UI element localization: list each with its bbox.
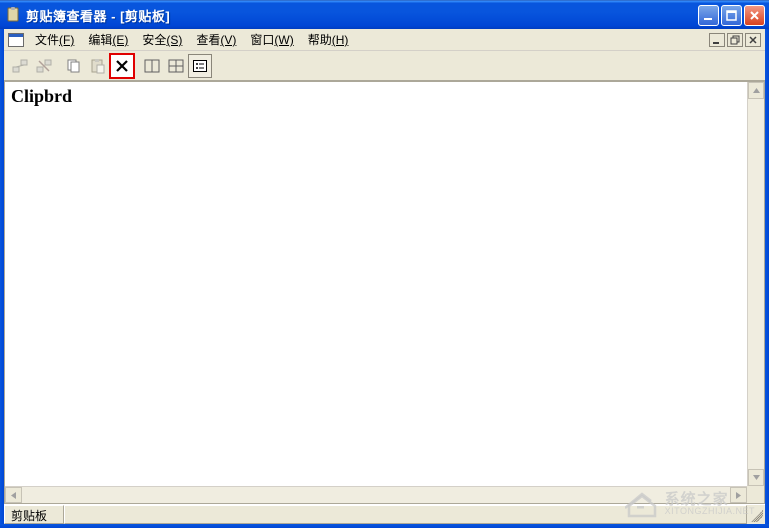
toolbar-disconnect-button[interactable] — [32, 54, 56, 78]
toolbar-delete-button[interactable] — [110, 54, 134, 78]
client-area: 文件(F) 编辑(E) 安全(S) 查看(V) 窗口(W) 帮助(H) — [4, 29, 765, 524]
app-icon — [6, 7, 22, 23]
title-bar: 剪贴簿查看器 - [剪贴板] — [0, 0, 769, 29]
mdi-restore-button[interactable] — [727, 33, 743, 47]
toolbar-tile-button[interactable] — [140, 54, 164, 78]
window-border — [765, 29, 769, 528]
menu-view[interactable]: 查看(V) — [189, 29, 243, 50]
minimize-button[interactable] — [698, 5, 719, 26]
clipboard-content: Clipbrd — [5, 82, 747, 486]
scroll-corner — [747, 486, 764, 503]
scroll-up-icon[interactable] — [748, 82, 764, 99]
menu-help[interactable]: 帮助(H) — [301, 29, 356, 50]
toolbar-cascade-button[interactable] — [164, 54, 188, 78]
window-border — [0, 524, 769, 528]
menu-file[interactable]: 文件(F) — [28, 29, 81, 50]
resize-grip-icon[interactable] — [747, 505, 765, 524]
status-panel-1: 剪贴板 — [4, 505, 64, 524]
toolbar — [4, 51, 765, 81]
app-title: 剪贴簿查看器 - [剪贴板] — [26, 6, 170, 25]
close-button[interactable] — [744, 5, 765, 26]
horizontal-scrollbar[interactable] — [5, 486, 747, 503]
mdi-minimize-button[interactable] — [709, 33, 725, 47]
scroll-down-icon[interactable] — [748, 469, 764, 486]
scroll-right-icon[interactable] — [730, 487, 747, 503]
maximize-button[interactable] — [721, 5, 742, 26]
vertical-scrollbar[interactable] — [747, 82, 764, 486]
menu-window[interactable]: 窗口(W) — [243, 29, 300, 50]
menu-edit[interactable]: 编辑(E) — [81, 29, 135, 50]
menu-bar: 文件(F) 编辑(E) 安全(S) 查看(V) 窗口(W) 帮助(H) — [4, 29, 765, 51]
mdi-close-button[interactable] — [745, 33, 761, 47]
mdi-system-icon[interactable] — [8, 33, 24, 47]
content-area: Clipbrd — [4, 81, 765, 504]
status-bar: 剪贴板 — [4, 504, 765, 524]
menu-security[interactable]: 安全(S) — [135, 29, 189, 50]
mdi-controls — [709, 33, 763, 47]
toolbar-list-button[interactable] — [188, 54, 212, 78]
scroll-left-icon[interactable] — [5, 487, 22, 503]
toolbar-paste-button[interactable] — [86, 54, 110, 78]
toolbar-connect-button[interactable] — [8, 54, 32, 78]
status-panel-2 — [64, 505, 747, 524]
toolbar-copy-button[interactable] — [62, 54, 86, 78]
